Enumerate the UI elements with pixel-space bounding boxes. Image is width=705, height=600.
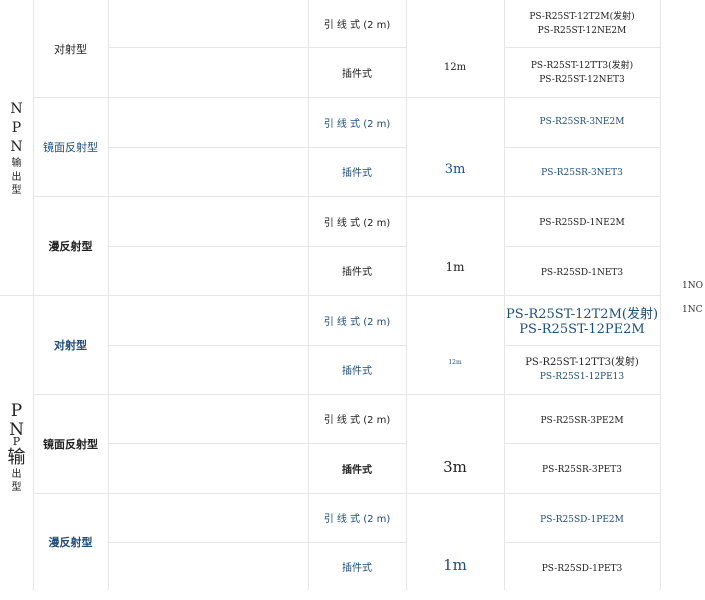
npn-type-mirror: 镜面反射型 — [43, 140, 98, 154]
pnp-wiring-cable: 引 线 式 (2 m) — [323, 415, 391, 426]
label-char: 出 — [11, 469, 22, 481]
pnp-wiring-cable: 引 线 式 (2 m) — [323, 316, 391, 328]
label-char: 出 — [11, 171, 22, 183]
npn-model-cell: PS-R25SD-1NET3 — [504, 246, 660, 300]
label-char: 输 — [7, 447, 26, 469]
pnp-wiring-connector: 插件式 — [342, 562, 372, 574]
npn-wiring-connector: 插件式 — [342, 267, 372, 278]
npn-output-label: N P N 输 出 型 — [0, 84, 33, 214]
grid-line — [660, 0, 661, 590]
pnp-type-diffuse: 漫反射型 — [48, 535, 93, 549]
label-char: 输 — [11, 158, 22, 170]
pnp-wiring-cable: 引 线 式 (2 m) — [323, 514, 391, 525]
label-char: P — [12, 435, 21, 449]
label-char: N — [10, 139, 23, 156]
grid-line — [504, 47, 660, 48]
model-number: PS-R25SR-3NE2M — [539, 117, 625, 127]
pnp-model-cell: PS-R25ST-12T2M(发射) PS-R25ST-12PE2M — [504, 302, 660, 342]
model-number: PS-R25ST-12T2M(发射) — [529, 12, 635, 22]
pnp-type-thru-beam: 对射型 — [54, 338, 87, 352]
npn-distance-diffuse: 1m — [445, 260, 465, 274]
pnp-model-cell: PS-R25SD-1PE2M — [504, 493, 660, 547]
model-number: PS-R25ST-12PE2M — [519, 322, 645, 337]
pnp-model-cell: PS-R25SR-3PE2M — [504, 394, 660, 448]
model-number: PS-R25ST-12NE2M — [537, 26, 627, 36]
pnp-model-cell: PS-R25ST-12TT3(发射) PS-R25S1-12PE13 — [504, 350, 660, 390]
model-number: PS-R25SR-3PE2M — [540, 416, 624, 426]
model-number: PS-R25ST-12TT3(发射) — [525, 357, 639, 368]
label-char: 型 — [11, 185, 22, 197]
pnp-model-cell: PS-R25SD-1PET3 — [504, 542, 660, 596]
pnp-wiring-connector: 插件式 — [342, 366, 372, 377]
grid-line — [108, 47, 308, 48]
npn-model-cell: PS-R25SD-1NE2M — [504, 196, 660, 250]
model-number: PS-R25ST-12T2M(发射) — [505, 307, 659, 322]
output-type-label-nc: 1NC — [682, 305, 703, 315]
npn-model-cell: PS-R25SR-3NE2M — [504, 97, 660, 147]
npn-wiring-connector: 插件式 — [342, 168, 372, 179]
npn-wiring-cable: 引 线 式 (2 m) — [323, 118, 391, 130]
npn-model-cell: PS-R25ST-12T2M(发射) PS-R25ST-12NE2M — [504, 4, 660, 44]
pnp-wiring-connector: 插件式 — [342, 464, 372, 476]
label-char: N — [10, 101, 23, 118]
model-number: PS-R25SD-1NET3 — [540, 268, 624, 278]
npn-wiring-cable: 引 线 式 (2 m) — [323, 20, 391, 31]
npn-type-thru-beam: 对射型 — [54, 42, 87, 56]
model-number: PS-R25ST-12TT3(发射) — [530, 61, 634, 71]
model-number: PS-R25SR-3PET3 — [542, 465, 622, 475]
model-number: PS-R25SD-1PE2M — [540, 515, 624, 525]
model-number: PS-R25SD-1PET3 — [541, 564, 623, 574]
grid-line — [504, 345, 660, 346]
npn-model-cell: PS-R25SR-3NET3 — [504, 147, 660, 199]
model-number: PS-R25ST-12NET3 — [539, 75, 625, 85]
pnp-distance-thru-beam: 12m — [448, 358, 462, 366]
npn-distance-thru-beam: 12m — [443, 61, 467, 73]
output-type-label-no: 1NO — [682, 281, 703, 291]
label-char: 型 — [11, 482, 22, 494]
pnp-model-cell: PS-R25SR-3PET3 — [504, 443, 660, 497]
model-number: PS-R25S1-12PE13 — [539, 372, 625, 382]
pnp-distance-mirror: 3m — [443, 458, 467, 476]
npn-wiring-cable: 引 线 式 (2 m) — [323, 217, 391, 229]
model-number: PS-R25SD-1NE2M — [539, 218, 625, 228]
npn-type-diffuse: 漫反射型 — [48, 239, 93, 253]
pnp-type-mirror: 镜面反射型 — [43, 437, 98, 451]
npn-wiring-connector: 插件式 — [342, 68, 372, 80]
pnp-output-label: P N P 输 出 型 — [0, 385, 33, 510]
npn-model-cell: PS-R25ST-12TT3(发射) PS-R25ST-12NET3 — [504, 55, 660, 91]
model-number: PS-R25SR-3NET3 — [541, 168, 623, 178]
label-char: P — [11, 120, 22, 137]
npn-distance-mirror: 3m — [444, 161, 466, 177]
